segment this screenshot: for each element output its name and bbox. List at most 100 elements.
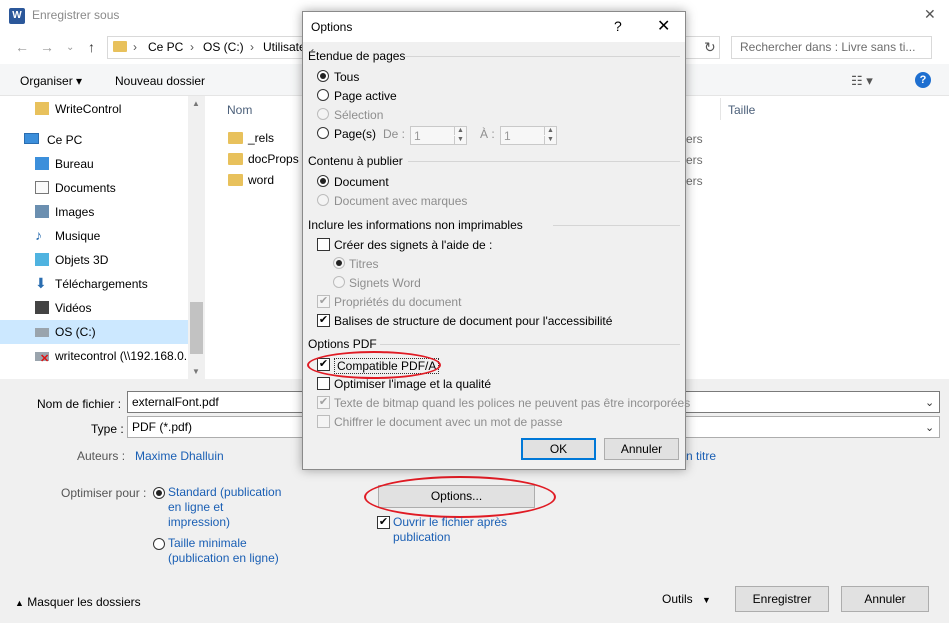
doc-properties-checkbox[interactable]: ✔ <box>317 295 330 308</box>
page-selection-radio[interactable] <box>317 108 329 120</box>
publish-heading: Contenu à publier <box>308 154 403 168</box>
download-icon: ⬇ <box>35 275 47 291</box>
music-icon: ♪ <box>35 227 42 243</box>
optimize-image-checkbox[interactable] <box>317 377 330 390</box>
page-range-heading: Étendue de pages <box>308 49 406 63</box>
hide-folders-toggle[interactable]: ▲ Masquer les dossiers <box>15 595 141 609</box>
group-divider <box>380 344 680 345</box>
nav-item-downloads[interactable]: ⬇ Téléchargements <box>0 272 188 296</box>
tools-menu[interactable]: Outils ▼ <box>662 592 711 606</box>
forward-arrow-icon[interactable]: → <box>40 39 54 55</box>
page-current-label[interactable]: Page active <box>334 89 397 103</box>
nav-item-documents[interactable]: Documents <box>0 176 188 200</box>
authors-label: Auteurs : <box>77 449 126 463</box>
nav-item-images[interactable]: Images <box>0 200 188 224</box>
nav-item-desktop[interactable]: Bureau <box>0 152 188 176</box>
to-page-stepper[interactable]: 1 ▲ ▼ <box>500 126 557 145</box>
documents-icon <box>35 181 49 194</box>
bookmarks-checkbox[interactable] <box>317 238 330 251</box>
bookmarks-label[interactable]: Créer des signets à l'aide de : <box>334 238 492 252</box>
chevron-up-icon: ▲ <box>15 598 24 608</box>
options-dialog-title: Options <box>311 20 353 34</box>
page-all-radio[interactable] <box>317 70 329 82</box>
scroll-down-icon[interactable]: ▼ <box>192 367 200 376</box>
refresh-icon[interactable]: ↻ <box>704 39 716 56</box>
options-cancel-button[interactable]: Annuler <box>604 438 679 460</box>
up-arrow-icon[interactable]: ↑ <box>88 39 95 55</box>
page-selection-label[interactable]: Sélection <box>334 108 383 122</box>
stepper-up-icon[interactable]: ▲ <box>454 127 466 135</box>
drive-icon <box>35 328 49 337</box>
publish-markup-label[interactable]: Document avec marques <box>334 194 467 208</box>
column-header-name[interactable]: Nom <box>227 103 252 117</box>
encrypt-label[interactable]: Chiffrer le document avec un mot de pass… <box>334 415 563 429</box>
file-type-cell: ers <box>686 174 703 188</box>
encrypt-checkbox[interactable] <box>317 415 330 428</box>
breadcrumb-separator-icon: › <box>190 40 194 54</box>
close-icon[interactable]: ✕ <box>924 6 936 23</box>
close-icon[interactable]: ✕ <box>657 16 670 36</box>
structure-tags-label[interactable]: Balises de structure de document pour l'… <box>334 314 612 328</box>
breadcrumb-separator-icon: › <box>133 40 137 54</box>
back-arrow-icon[interactable]: ← <box>15 39 29 55</box>
structure-tags-checkbox[interactable]: ✔ <box>317 314 330 327</box>
save-button[interactable]: Enregistrer <box>735 586 829 612</box>
chevron-down-icon[interactable]: ⌄ <box>925 396 934 409</box>
title-value[interactable]: n titre <box>686 449 716 463</box>
help-icon[interactable]: ? <box>915 72 931 88</box>
to-label: À : <box>480 127 495 141</box>
bookmarks-word-radio[interactable] <box>333 276 345 288</box>
from-page-stepper[interactable]: 1 ▲ ▼ <box>410 126 467 145</box>
page-current-radio[interactable] <box>317 89 329 101</box>
nav-item-videos[interactable]: Vidéos <box>0 296 188 320</box>
cancel-button[interactable]: Annuler <box>841 586 929 612</box>
breadcrumb-item[interactable]: Ce PC <box>148 40 183 54</box>
folder-icon <box>35 102 49 115</box>
publish-document-radio[interactable] <box>317 175 329 187</box>
doc-properties-label[interactable]: Propriétés du document <box>334 295 461 309</box>
publish-document-label[interactable]: Document <box>334 175 389 189</box>
optimize-minimal-radio[interactable] <box>153 538 165 550</box>
new-folder-button[interactable]: Nouveau dossier <box>115 74 205 88</box>
optimize-image-label[interactable]: Optimiser l'image et la qualité <box>334 377 491 391</box>
authors-value[interactable]: Maxime Dhalluin <box>135 449 224 463</box>
column-header-size[interactable]: Taille <box>728 103 755 117</box>
open-after-checkbox[interactable]: ✔ <box>377 516 390 529</box>
nav-item-this-pc[interactable]: Ce PC <box>0 128 188 152</box>
bitmap-text-checkbox[interactable]: ✔ <box>317 396 330 409</box>
pdf-options-heading: Options PDF <box>308 337 377 351</box>
nav-item-3d-objects[interactable]: Objets 3D <box>0 248 188 272</box>
optimize-minimal-label[interactable]: Taille minimale (publication en ligne) <box>168 536 279 566</box>
optimize-label: Optimiser pour : <box>61 486 147 500</box>
nav-item-writecontrol[interactable]: WriteControl <box>0 97 188 121</box>
bitmap-text-label[interactable]: Texte de bitmap quand les polices ne peu… <box>334 396 690 410</box>
from-label: De : <box>383 127 406 141</box>
chevron-down-icon[interactable]: ⌄ <box>925 421 934 434</box>
breadcrumb-item[interactable]: OS (C:) <box>203 40 244 54</box>
bookmarks-headings-radio[interactable] <box>333 257 345 269</box>
scroll-up-icon[interactable]: ▲ <box>192 99 200 108</box>
stepper-up-icon[interactable]: ▲ <box>544 127 556 135</box>
bookmarks-headings-label[interactable]: Titres <box>349 257 379 271</box>
stepper-down-icon[interactable]: ▼ <box>544 136 556 144</box>
page-range-radio[interactable] <box>317 127 329 139</box>
view-options-icon[interactable]: ☷ ▾ <box>851 73 873 89</box>
nav-scrollbar-thumb[interactable] <box>190 302 203 354</box>
page-all-label[interactable]: Tous <box>334 70 359 84</box>
ok-button[interactable]: OK <box>521 438 596 460</box>
organize-menu[interactable]: Organiser ▾ <box>20 74 82 88</box>
bookmarks-word-label[interactable]: Signets Word <box>349 276 421 290</box>
nav-item-os-c[interactable]: OS (C:) <box>0 320 188 344</box>
breadcrumb-item[interactable]: Utilisate <box>263 40 306 54</box>
nav-item-network-drive[interactable]: ✕ writecontrol (\\192.168.0.1 <box>0 344 194 368</box>
publish-markup-radio[interactable] <box>317 194 329 206</box>
nav-item-music[interactable]: ♪ Musique <box>0 224 188 248</box>
open-after-label[interactable]: Ouvrir le fichier après publication <box>393 515 507 545</box>
optimize-standard-radio[interactable] <box>153 487 165 499</box>
computer-icon <box>24 133 39 144</box>
optimize-standard-label[interactable]: Standard (publication en ligne et impres… <box>168 485 281 530</box>
page-range-label[interactable]: Page(s) <box>334 127 376 141</box>
stepper-down-icon[interactable]: ▼ <box>454 136 466 144</box>
recent-chevron-icon[interactable]: ⌄ <box>66 42 74 53</box>
help-icon[interactable]: ? <box>614 18 622 34</box>
